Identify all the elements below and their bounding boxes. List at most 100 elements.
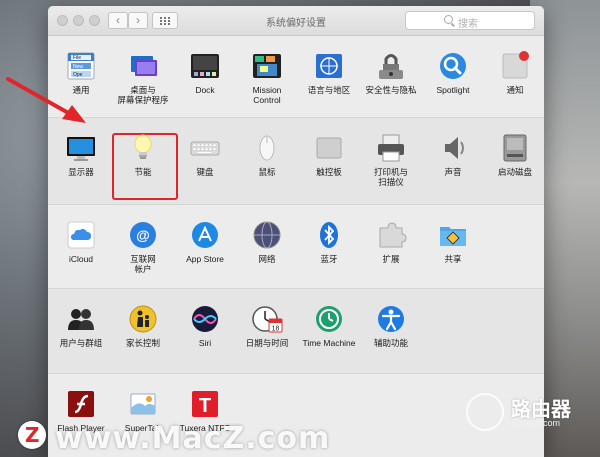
svg-text:File: File	[73, 55, 81, 61]
pref-notifications[interactable]: 通知	[484, 50, 544, 95]
pref-keyboard[interactable]: 键盘	[174, 132, 236, 177]
mission-control-icon	[251, 50, 283, 82]
network-icon	[251, 219, 283, 251]
desktop-screensaver-icon	[127, 50, 159, 82]
mouse-icon	[251, 132, 283, 164]
section-system: 用户与群组 家长控制 Siri 18 日期与时间 Time Machine 辅助功能	[48, 289, 544, 374]
watermark-text: www.MacZ.com	[55, 421, 331, 456]
security-privacy-icon	[375, 50, 407, 82]
pref-label: 安全性与隐私	[365, 85, 417, 95]
internet-accounts-icon: @	[127, 219, 159, 251]
svg-text:@: @	[136, 227, 150, 243]
pref-trackpad[interactable]: 触控板	[298, 132, 360, 177]
pref-network[interactable]: 网络	[236, 219, 298, 264]
pref-label: 桌面与	[130, 85, 156, 95]
pref-displays[interactable]: 显示器	[50, 132, 112, 177]
pref-extensions[interactable]: 扩展	[360, 219, 422, 264]
pref-label: 声音	[444, 167, 462, 177]
search-placeholder: 搜索	[458, 19, 478, 30]
pref-label: Mission	[252, 85, 282, 95]
section-personal: File New Ope 通用 桌面与 屏幕保护程序 Dock Mission Control 语…	[48, 36, 544, 118]
pref-startup[interactable]: 启动磁盘	[484, 132, 544, 177]
router-logo-icon	[466, 393, 504, 431]
section-hardware: 显示器 节能 键盘 鼠标 触控板 打印机与 扫描仪 声音 启动磁盘	[48, 118, 544, 205]
sound-icon	[437, 132, 469, 164]
pref-label-line2: 屏幕保护程序	[117, 95, 169, 105]
sharing-icon	[437, 219, 469, 251]
printer-icon	[375, 132, 407, 164]
pref-label: 键盘	[196, 167, 214, 177]
pref-mission-control[interactable]: Mission Control	[236, 50, 298, 105]
pref-label: 辅助功能	[373, 338, 408, 348]
pref-label: 互联网	[130, 254, 156, 264]
pref-label: App Store	[186, 254, 224, 264]
pref-label: 共享	[444, 254, 462, 264]
language-region-icon	[313, 50, 345, 82]
pref-parental[interactable]: 家长控制	[112, 303, 174, 348]
pref-label: Time Machine	[302, 338, 356, 348]
svg-text:18: 18	[272, 326, 280, 333]
time-machine-icon	[313, 303, 345, 335]
accessibility-icon	[375, 303, 407, 335]
startup-disk-icon	[499, 132, 531, 164]
pref-label-line2: 帐户	[134, 264, 152, 274]
pref-label: 启动磁盘	[497, 167, 532, 177]
displays-icon	[65, 132, 97, 164]
bluetooth-icon	[313, 219, 345, 251]
users-groups-icon	[65, 303, 97, 335]
pref-label: 鼠标	[258, 167, 276, 177]
siri-icon	[189, 303, 221, 335]
pref-icloud[interactable]: iCloud	[50, 219, 112, 264]
pref-label: 日期与时间	[245, 338, 289, 348]
dock-icon	[189, 50, 221, 82]
date-time-icon: 18	[251, 303, 283, 335]
pref-printers[interactable]: 打印机与 扫描仪	[360, 132, 422, 187]
pref-bluetooth[interactable]: 蓝牙	[298, 219, 360, 264]
pref-label: 节能	[134, 167, 152, 177]
pref-dock[interactable]: Dock	[174, 50, 236, 95]
macz-logo: Z	[18, 421, 46, 449]
notifications-icon	[499, 50, 531, 82]
pref-desktop[interactable]: 桌面与 屏幕保护程序	[112, 50, 174, 105]
spotlight-icon	[437, 50, 469, 82]
pref-accessibility[interactable]: 辅助功能	[360, 303, 422, 348]
pref-siri[interactable]: Siri	[174, 303, 236, 348]
search-field[interactable]: 搜索	[405, 11, 535, 30]
app-store-icon	[189, 219, 221, 251]
tuxera-ntfs-icon: T	[189, 388, 221, 420]
pref-label: Spotlight	[436, 85, 470, 95]
pref-spotlight[interactable]: Spotlight	[422, 50, 484, 95]
pref-security[interactable]: 安全性与隐私	[360, 50, 422, 95]
parental-controls-icon	[127, 303, 159, 335]
search-icon	[444, 15, 453, 24]
pref-sound[interactable]: 声音	[422, 132, 484, 177]
pref-label: 打印机与	[373, 167, 408, 177]
titlebar: ‹ › 系统偏好设置 搜索	[48, 6, 544, 36]
pref-label: 蓝牙	[320, 254, 338, 264]
trackpad-icon	[313, 132, 345, 164]
red-arrow-annotation	[6, 77, 86, 123]
pref-energy[interactable]: 节能	[112, 132, 174, 177]
icloud-icon	[65, 219, 97, 251]
pref-label: Dock	[195, 85, 215, 95]
pref-mouse[interactable]: 鼠标	[236, 132, 298, 177]
pref-label-line2: 扫描仪	[378, 177, 404, 187]
pref-label: 通知	[506, 85, 524, 95]
energy-saver-icon	[127, 132, 159, 164]
supertab-icon	[127, 388, 159, 420]
pref-sharing[interactable]: 共享	[422, 219, 484, 264]
pref-time-machine[interactable]: Time Machine	[298, 303, 360, 348]
pref-label: Siri	[198, 338, 212, 348]
pref-label: 家长控制	[125, 338, 160, 348]
system-preferences-window: ‹ › 系统偏好设置 搜索 File New Ope 通用 桌面与 屏幕保护程序 Dock M…	[48, 6, 544, 457]
pref-users[interactable]: 用户与群组	[50, 303, 112, 348]
pref-label: 网络	[258, 254, 276, 264]
svg-text:New: New	[73, 64, 83, 70]
pref-datetime[interactable]: 18 日期与时间	[236, 303, 298, 348]
extensions-icon	[375, 219, 407, 251]
keyboard-icon	[189, 132, 221, 164]
pref-language[interactable]: 语言与地区	[298, 50, 360, 95]
pref-internet-accounts[interactable]: @ 互联网 帐户	[112, 219, 174, 274]
pref-app-store[interactable]: App Store	[174, 219, 236, 264]
pref-label: 语言与地区	[307, 85, 351, 95]
